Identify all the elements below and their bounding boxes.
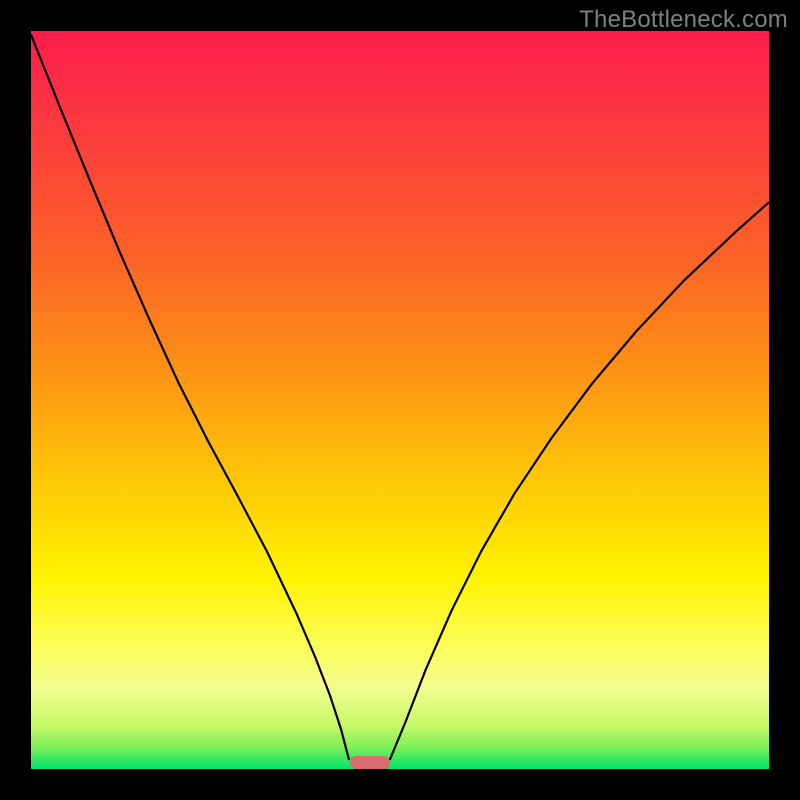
chart-frame: TheBottleneck.com <box>0 0 800 800</box>
right-curve <box>390 202 769 760</box>
watermark-text: TheBottleneck.com <box>579 6 788 34</box>
curve-layer <box>31 31 769 769</box>
left-curve <box>31 35 349 760</box>
optimum-marker <box>350 756 390 769</box>
plot-area <box>31 31 769 769</box>
